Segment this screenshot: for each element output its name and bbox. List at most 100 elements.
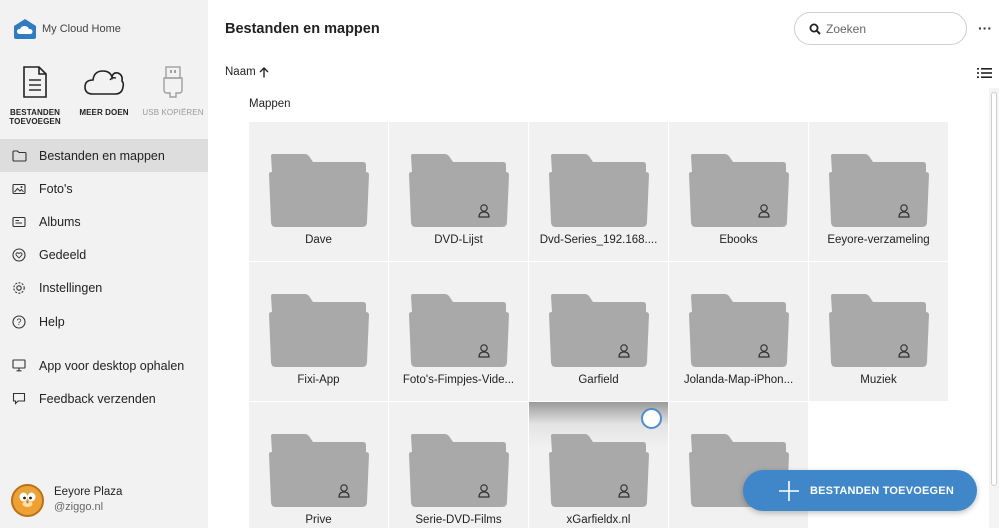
folder-name: Eeyore-verzameling — [827, 234, 930, 246]
folder-icon — [689, 154, 789, 227]
folder-tile[interactable]: Dvd-Series_192.168.... — [529, 122, 668, 261]
do-more-quick-button[interactable]: MEER DOEN — [71, 66, 137, 117]
sidebar-item-label: Gedeeld — [39, 247, 87, 262]
sidebar-item-label: Feedback verzenden — [39, 391, 156, 406]
folder-icon — [549, 154, 649, 227]
folder-tile[interactable]: DVD-Lijst — [389, 122, 528, 261]
folder-icon — [269, 154, 369, 227]
folder-name: Jolanda-Map-iPhon... — [683, 374, 794, 386]
folder-name: Prive — [305, 514, 332, 526]
add-files-button[interactable]: BESTANDEN TOEVOEGEN — [743, 470, 977, 511]
add-files-quick-button[interactable]: BESTANDEN TOEVOEGEN — [2, 66, 68, 126]
folder-tile[interactable]: Ebooks — [669, 122, 808, 261]
folder-tile[interactable]: Garfield — [529, 262, 668, 401]
photo-icon — [11, 181, 27, 197]
search-icon — [809, 23, 821, 35]
desktop-icon — [11, 358, 27, 374]
section-heading-folders: Mappen — [249, 98, 291, 110]
quick-label-line1: BESTANDEN — [9, 108, 61, 117]
folder-icon — [829, 154, 929, 227]
more-options-button[interactable]: ··· — [978, 20, 992, 36]
sort-by-name-button[interactable]: Naam — [225, 66, 269, 78]
sidebar-item-desktop-app[interactable]: App voor desktop ophalen — [0, 349, 208, 382]
folder-tile[interactable]: Eeyore-verzameling — [809, 122, 948, 261]
folder-tile[interactable]: Foto's-Fimpjes-Vide... — [389, 262, 528, 401]
folder-tile[interactable]: Muziek — [809, 262, 948, 401]
help-icon: ? — [11, 314, 27, 330]
scrollbar-thumb[interactable] — [991, 92, 997, 486]
list-view-icon — [977, 68, 992, 78]
sidebar-item-label: Foto's — [39, 181, 73, 196]
folder-icon — [409, 434, 509, 507]
sidebar: My Cloud Home BESTANDEN TOEVOEGEN MEER D… — [0, 0, 208, 528]
folder-name: xGarfieldx.nl — [566, 514, 631, 526]
folder-icon — [409, 294, 509, 367]
folder-icon — [549, 294, 649, 367]
sidebar-item-label: Instellingen — [39, 280, 103, 295]
cloud-icon — [84, 70, 125, 95]
folder-icon — [269, 434, 369, 507]
sidebar-item-albums[interactable]: Albums — [0, 205, 208, 238]
svg-text:?: ? — [16, 317, 21, 327]
cloud-logo-icon — [14, 19, 36, 39]
folder-tile[interactable]: Jolanda-Map-iPhon... — [669, 262, 808, 401]
folder-name: Ebooks — [719, 234, 758, 246]
app-name: My Cloud Home — [42, 23, 121, 35]
quick-label-line2: TOEVOEGEN — [9, 117, 61, 126]
user-profile[interactable]: Eeyore Plaza @ziggo.nl — [11, 484, 122, 517]
usb-copy-quick-button[interactable]: USB KOPIËREN — [140, 66, 206, 117]
quick-label-line1: USB KOPIËREN — [142, 108, 204, 117]
usb-icon — [163, 66, 183, 98]
main-content: Bestanden en mappen ··· Naam Mappen Dave — [208, 0, 999, 528]
folder-name: Serie-DVD-Films — [415, 514, 502, 526]
folder-tile[interactable]: Prive — [249, 402, 388, 528]
document-icon — [23, 66, 47, 98]
folder-icon — [689, 294, 789, 367]
list-view-button[interactable] — [977, 66, 992, 84]
folder-icon — [829, 294, 929, 367]
user-email: @ziggo.nl — [54, 501, 104, 513]
folder-name: Muziek — [860, 374, 897, 386]
sidebar-item-label: Help — [39, 314, 65, 329]
folder-tile-hovered[interactable]: xGarfieldx.nl — [529, 402, 668, 528]
folder-tile[interactable]: Dave — [249, 122, 388, 261]
sidebar-item-help[interactable]: ? Help — [0, 305, 208, 338]
select-checkbox[interactable] — [641, 408, 662, 429]
feedback-icon — [11, 391, 27, 407]
folder-name: Dvd-Series_192.168.... — [539, 234, 658, 246]
sidebar-item-label: Bestanden en mappen — [39, 148, 165, 163]
sort-label: Naam — [225, 66, 256, 78]
folder-tile[interactable]: Fixi-App — [249, 262, 388, 401]
gear-icon — [11, 280, 27, 296]
add-files-label: BESTANDEN TOEVOEGEN — [810, 484, 954, 497]
quick-label: USB KOPIËREN — [140, 108, 206, 117]
sidebar-item-photos[interactable]: Foto's — [0, 172, 208, 205]
app-logo[interactable]: My Cloud Home — [13, 18, 121, 40]
app-window: My Cloud Home BESTANDEN TOEVOEGEN MEER D… — [0, 0, 999, 528]
search-input[interactable] — [826, 21, 956, 36]
sidebar-item-label: App voor desktop ophalen — [39, 358, 185, 373]
sidebar-item-feedback[interactable]: Feedback verzenden — [0, 382, 208, 415]
sidebar-item-label: Albums — [39, 214, 81, 229]
folder-name: Fixi-App — [297, 374, 340, 386]
folder-icon — [269, 294, 369, 367]
arrow-up-icon — [259, 66, 269, 77]
search-box[interactable] — [794, 12, 967, 45]
sidebar-item-files[interactable]: Bestanden en mappen — [0, 139, 208, 172]
folder-tile[interactable]: Serie-DVD-Films — [389, 402, 528, 528]
quick-label: MEER DOEN — [71, 108, 137, 117]
folder-icon — [549, 434, 649, 507]
avatar — [11, 484, 44, 517]
quick-label: BESTANDEN TOEVOEGEN — [2, 108, 68, 126]
folder-icon — [11, 148, 27, 164]
shared-icon — [11, 247, 27, 263]
scrollbar[interactable] — [989, 88, 999, 528]
sidebar-item-settings[interactable]: Instellingen — [0, 271, 208, 304]
sidebar-item-shared[interactable]: Gedeeld — [0, 238, 208, 271]
folder-icon — [409, 154, 509, 227]
page-title: Bestanden en mappen — [225, 21, 380, 37]
folder-name: DVD-Lijst — [434, 234, 483, 246]
album-icon — [11, 214, 27, 230]
quick-label-line1: MEER DOEN — [79, 108, 129, 117]
folder-name: Garfield — [578, 374, 619, 386]
